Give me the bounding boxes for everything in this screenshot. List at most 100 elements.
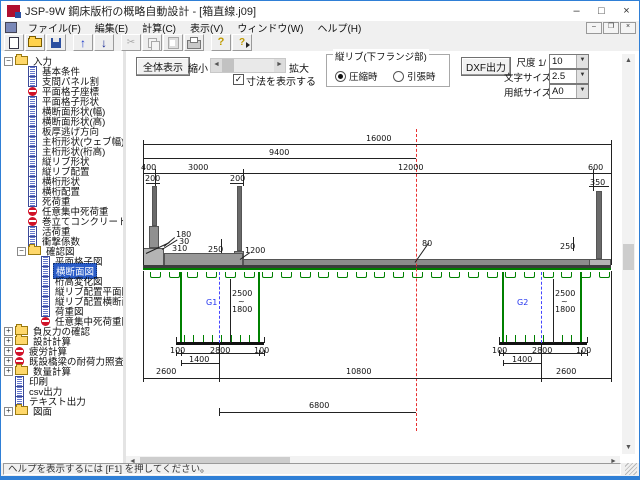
drawing-line <box>219 412 416 413</box>
open-button[interactable] <box>25 34 45 51</box>
deck-rib <box>431 272 442 278</box>
move-down-button[interactable]: ↓ <box>94 34 114 51</box>
toolbar: ↑ ↓ ✂ ? ? <box>1 34 639 52</box>
dimension-label: 400 <box>141 164 156 172</box>
radio-icon[interactable] <box>335 71 346 82</box>
paste-icon <box>168 37 179 49</box>
post-base <box>149 226 159 248</box>
dimension-label: 1400 <box>512 356 532 364</box>
drawing-line <box>499 337 500 343</box>
maximize-button[interactable]: □ <box>589 1 614 21</box>
dimension-label: 600 <box>588 164 603 172</box>
menu-item-0[interactable]: ファイル(F) <box>21 21 88 34</box>
vertical-scrollbar[interactable]: ▲ ▼ <box>622 54 635 454</box>
expand-icon[interactable]: + <box>4 327 13 336</box>
radio-label: 引張時 <box>407 69 436 83</box>
flange-rib-tick <box>221 335 222 342</box>
zoom-slider-right-arrow[interactable]: ► <box>274 59 285 72</box>
move-up-button[interactable]: ↑ <box>73 34 93 51</box>
child-restore-button[interactable]: ❐ <box>603 22 619 34</box>
flange-rib-tick <box>525 335 526 342</box>
context-help-button[interactable]: ? <box>232 34 252 51</box>
drawing-line <box>611 144 612 265</box>
girder-centerline <box>219 272 220 343</box>
field-combo-0[interactable]: 10▼ <box>549 54 589 69</box>
menu-item-5[interactable]: ヘルプ(H) <box>310 21 368 34</box>
collapse-icon[interactable]: − <box>17 247 26 256</box>
folder-icon <box>15 56 28 65</box>
help-button[interactable]: ? <box>211 34 231 51</box>
drawing-line <box>143 271 144 378</box>
deck-rib <box>543 272 554 278</box>
deck-rib <box>318 272 329 278</box>
child-close-button[interactable]: × <box>620 22 636 34</box>
dimension-label: 3000 <box>188 164 208 172</box>
menu-item-4[interactable]: ウィンドウ(W) <box>230 21 310 34</box>
drawing-line <box>230 183 244 184</box>
zoom-slider[interactable]: ◄ ► <box>210 58 286 73</box>
deck-rib <box>449 272 460 278</box>
status-bar: ヘルプを表示するには [F1] を押してください。 <box>1 463 639 476</box>
minimize-button[interactable]: – <box>564 1 589 21</box>
guard-post <box>152 186 157 226</box>
vertical-scroll-thumb[interactable] <box>623 244 634 270</box>
menu-item-3[interactable]: 表示(V) <box>183 21 230 34</box>
deck-rib <box>599 272 610 278</box>
deck-plate <box>143 265 611 270</box>
fit-view-button[interactable]: 全体表示 <box>136 57 190 76</box>
folder-icon <box>28 246 41 255</box>
zoom-slider-left-arrow[interactable]: ◄ <box>211 59 222 72</box>
print-button[interactable] <box>184 34 204 51</box>
expand-icon[interactable]: + <box>4 357 13 366</box>
new-button[interactable] <box>4 34 24 51</box>
folder-icon <box>15 336 28 345</box>
flange-rib-tick <box>580 335 581 342</box>
radio-option-0[interactable]: 圧縮時 <box>335 69 378 83</box>
paste-button <box>163 34 183 51</box>
radio-icon[interactable] <box>393 71 404 82</box>
drawing-line <box>541 360 542 366</box>
deck-rib <box>225 272 236 278</box>
close-button[interactable]: × <box>614 1 639 21</box>
combo-value: 2.5 <box>550 71 576 82</box>
resize-grip[interactable] <box>625 463 637 475</box>
flange-rib-tick <box>203 335 204 342</box>
deck-rib <box>150 272 161 278</box>
dimension-label: 6800 <box>309 402 329 410</box>
dimension-label: 2800 <box>210 347 230 355</box>
drawing-line <box>219 374 220 382</box>
bottom-flange <box>176 342 264 345</box>
copy-icon <box>148 38 157 48</box>
scroll-down-arrow[interactable]: ▼ <box>622 441 635 454</box>
drawing-line <box>541 374 542 382</box>
scroll-up-arrow[interactable]: ▲ <box>622 54 635 67</box>
context-help-icon: ? <box>239 38 245 48</box>
deck-rib <box>169 272 180 278</box>
expand-icon[interactable]: + <box>4 407 13 416</box>
chevron-down-icon[interactable]: ▼ <box>576 55 588 68</box>
dimension-label: 250 <box>560 243 575 251</box>
menu-item-2[interactable]: 計算(C) <box>135 21 183 34</box>
field-combo-1[interactable]: 2.5▼ <box>549 69 589 84</box>
expand-icon[interactable]: + <box>4 347 13 356</box>
expand-icon[interactable]: + <box>4 337 13 346</box>
radio-option-1[interactable]: 引張時 <box>393 69 436 83</box>
blocked-icon <box>28 87 37 96</box>
mdi-child-icon[interactable] <box>5 22 17 33</box>
expand-icon[interactable]: + <box>4 367 13 376</box>
show-dimensions-checkbox[interactable]: ✓ <box>233 74 244 85</box>
drawing-line <box>611 271 612 378</box>
child-minimize-button[interactable]: – <box>586 22 602 34</box>
title-bar: JSP-9W 鋼床版桁の概略自動設計 - [箱直線.j09] – □ × <box>1 1 639 22</box>
guard-post <box>237 186 242 251</box>
dimension-label: 16000 <box>366 135 391 143</box>
zoom-slider-thumb[interactable] <box>222 59 234 72</box>
drawing-line <box>143 374 144 382</box>
collapse-icon[interactable]: − <box>4 57 13 66</box>
flange-rib-tick <box>562 335 563 342</box>
app-icon <box>7 5 20 17</box>
deck-rib <box>487 272 498 278</box>
chevron-down-icon[interactable]: ▼ <box>576 70 588 83</box>
save-button[interactable] <box>46 34 66 51</box>
menu-item-1[interactable]: 編集(E) <box>88 21 135 34</box>
